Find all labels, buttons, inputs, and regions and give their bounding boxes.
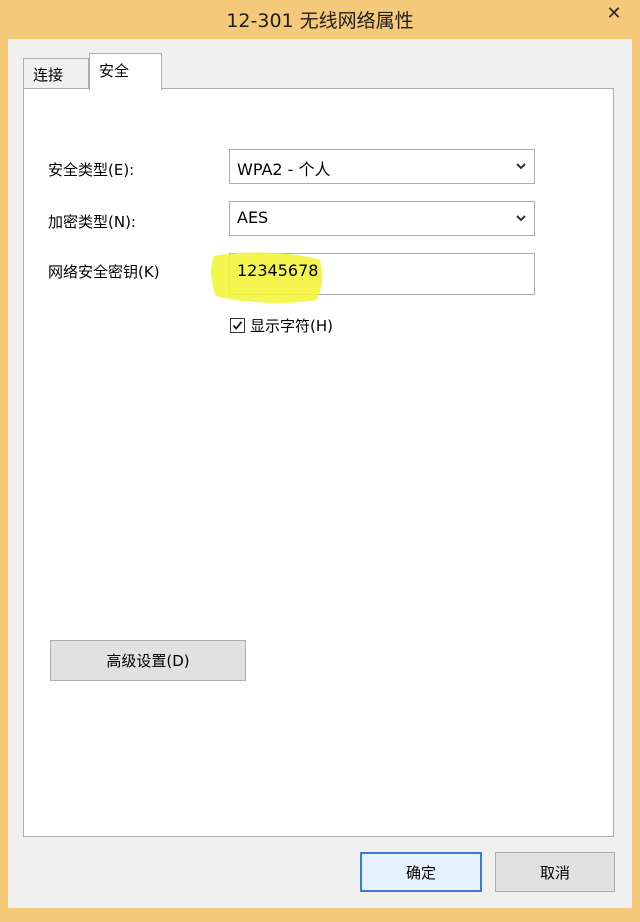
security-tab-panel: 安全类型(E): WPA2 - 个人 加密类型(N): AES 网络安全密钥(K… [23, 88, 614, 837]
security-type-value: WPA2 - 个人 [237, 160, 331, 179]
ok-button[interactable]: 确定 [360, 852, 482, 892]
window-title: 12-301 无线网络属性 [226, 10, 414, 32]
chevron-down-icon [516, 215, 526, 222]
checkmark-icon [232, 320, 243, 330]
close-icon: ✕ [606, 3, 622, 24]
security-type-label: 安全类型(E): [48, 161, 135, 179]
network-key-input[interactable]: 12345678 [229, 253, 535, 295]
encryption-type-label: 加密类型(N): [48, 213, 136, 231]
network-key-label: 网络安全密钥(K) [48, 263, 160, 281]
title-bar: 12-301 无线网络属性 ✕ [0, 0, 640, 38]
dialog-client-area: 连接 安全 安全类型(E): WPA2 - 个人 加密类型(N): AES 网络… [8, 39, 632, 908]
cancel-button[interactable]: 取消 [495, 852, 615, 892]
tab-connection[interactable]: 连接 [23, 58, 89, 88]
encryption-type-value: AES [237, 208, 269, 227]
advanced-settings-button[interactable]: 高级设置(D) [50, 640, 246, 681]
properties-window: 12-301 无线网络属性 ✕ 连接 安全 安全类型(E): WPA2 - 个人… [0, 0, 640, 922]
checkbox-box[interactable] [230, 317, 245, 333]
encryption-type-dropdown[interactable]: AES [229, 201, 535, 236]
tab-security[interactable]: 安全 [89, 53, 162, 90]
security-type-dropdown[interactable]: WPA2 - 个人 [229, 149, 535, 184]
network-key-value: 12345678 [237, 261, 319, 280]
show-characters-label: 显示字符(H) [250, 316, 333, 335]
show-characters-checkbox[interactable]: 显示字符(H) [230, 315, 333, 335]
chevron-down-icon [516, 163, 526, 170]
close-button[interactable]: ✕ [588, 0, 640, 28]
